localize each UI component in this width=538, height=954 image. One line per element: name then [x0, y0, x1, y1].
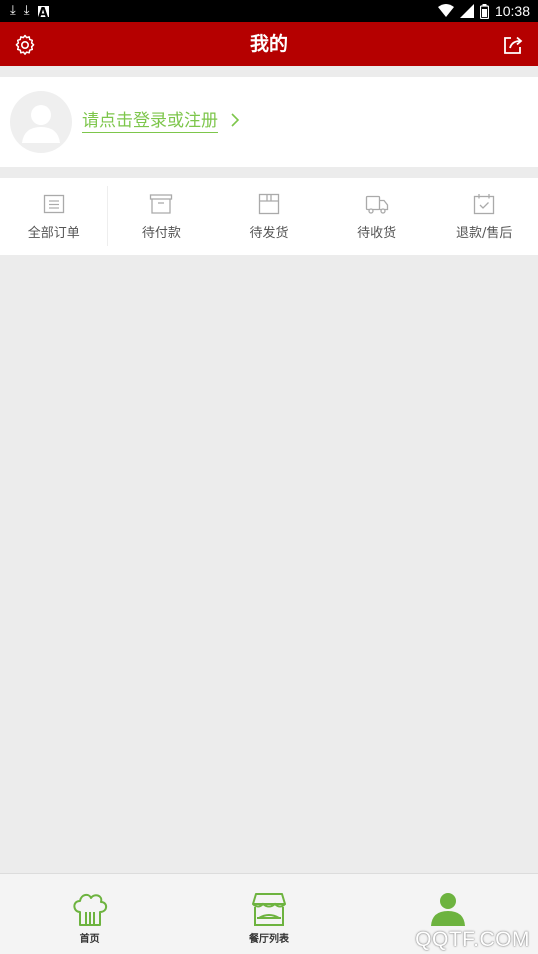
box-icon	[150, 194, 173, 214]
order-label: 全部订单	[27, 226, 80, 241]
user-icon	[431, 893, 466, 926]
chevron-right-icon	[231, 113, 240, 127]
download-icon: ⤓	[10, 3, 16, 18]
status-time: 10:38	[494, 3, 530, 19]
order-label: 待付款	[141, 226, 181, 241]
order-status-row: 全部订单 待付款 待发货 待收货 退款/售后	[0, 178, 538, 255]
user-placeholder-icon	[22, 105, 60, 143]
notification-a-icon: A	[37, 5, 49, 21]
order-label: 退款/售后	[455, 226, 513, 241]
order-pending-receipt[interactable]: 待收货	[323, 178, 431, 255]
login-register-link[interactable]: 请点击登录或注册	[82, 110, 218, 133]
signal-icon	[459, 4, 474, 18]
order-pending-shipment[interactable]: 待发货	[215, 178, 323, 255]
order-list-icon	[43, 194, 64, 214]
nav-restaurants[interactable]: 餐厅列表	[179, 874, 358, 954]
truck-icon	[365, 195, 388, 214]
download-icon: ⤓	[23, 3, 30, 18]
restaurant-icon	[251, 893, 286, 926]
calendar-check-icon	[474, 194, 495, 215]
nav-label: 首页	[79, 934, 100, 945]
order-pending-payment[interactable]: 待付款	[108, 178, 216, 255]
login-card[interactable]: 请点击登录或注册	[0, 77, 538, 167]
order-label: 待发货	[249, 226, 289, 241]
status-bar: ⤓ ⤓ A 10:38	[0, 0, 538, 22]
order-refund-aftersale[interactable]: 退款/售后	[430, 178, 538, 255]
battery-icon	[479, 3, 489, 19]
avatar[interactable]	[10, 91, 72, 153]
share-icon[interactable]	[501, 33, 525, 57]
order-label: 待收货	[357, 226, 397, 241]
nav-label: 餐厅列表	[248, 934, 289, 945]
nav-home[interactable]: 首页	[0, 874, 179, 954]
package-icon	[258, 193, 280, 215]
wifi-icon	[437, 4, 454, 17]
chef-hat-icon	[73, 893, 107, 926]
watermark: QQTF.COM	[415, 928, 530, 951]
page-title: 我的	[249, 33, 288, 55]
order-all[interactable]: 全部订单	[0, 178, 108, 255]
app-header: 我的	[0, 22, 538, 66]
